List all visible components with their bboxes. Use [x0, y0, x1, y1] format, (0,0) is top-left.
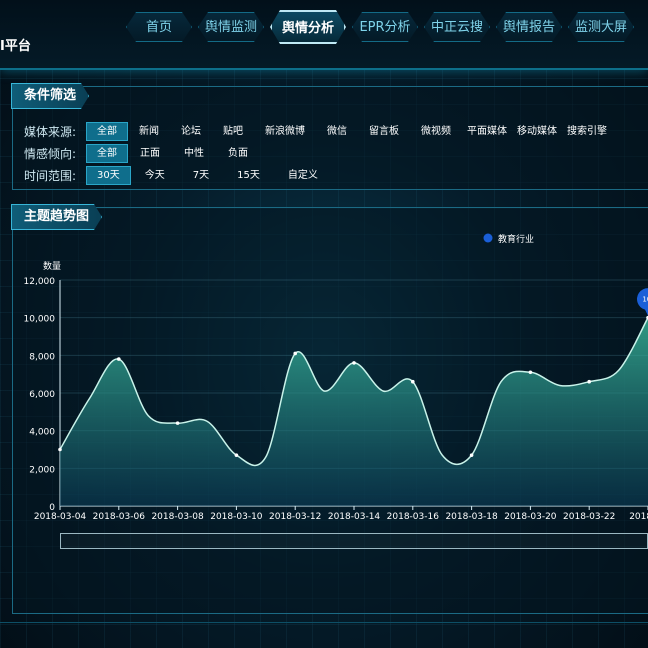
- y-tick-label: 12,000: [24, 277, 56, 287]
- tab-monitor-screen[interactable]: 监测大屏: [568, 12, 634, 42]
- data-point: [234, 453, 239, 457]
- x-tick-label: 2018-03-10: [210, 512, 263, 522]
- x-tick-label: 2018-03-16: [387, 512, 440, 522]
- filter-option[interactable]: 中性: [172, 145, 216, 162]
- tab-epr-analysis[interactable]: EPR分析: [352, 12, 418, 42]
- legend-marker: [483, 233, 493, 243]
- footer-divider: [0, 622, 648, 623]
- x-tick-label: 2018-03-14: [328, 512, 381, 522]
- filter-option[interactable]: 搜索引擎: [562, 123, 612, 140]
- filter-option[interactable]: 15天: [223, 167, 274, 184]
- series-area: [60, 317, 648, 506]
- x-tick-label: 2018-03-22: [563, 512, 615, 522]
- data-point: [352, 361, 356, 365]
- filter-label-sentiment: 情感倾向:: [24, 146, 77, 161]
- data-point: [58, 447, 62, 452]
- data-point: [587, 379, 591, 384]
- filter-option[interactable]: 30天: [86, 165, 131, 185]
- y-tick-label: 6,000: [29, 390, 55, 400]
- x-tick-label: 2018-03-18: [445, 512, 498, 522]
- filter-option[interactable]: 微视频: [410, 123, 462, 140]
- filter-option[interactable]: 新闻: [128, 123, 170, 140]
- filter-option[interactable]: 全部: [86, 121, 128, 141]
- tab-opinion-monitor[interactable]: 舆情监测: [198, 12, 264, 42]
- data-point: [117, 357, 121, 361]
- filter-option[interactable]: 移动媒体: [512, 123, 562, 140]
- filter-label-media: 媒体来源:: [24, 124, 77, 139]
- x-tick-label: 2018-03: [629, 512, 648, 522]
- filter-option[interactable]: 自定义: [274, 167, 332, 184]
- data-point: [469, 453, 474, 457]
- y-axis-label: 数量: [43, 260, 61, 272]
- chart-zoom-slider[interactable]: [60, 533, 648, 549]
- x-tick-label: 2018-03-12: [269, 512, 321, 522]
- filter-option[interactable]: 新浪微博: [254, 123, 316, 140]
- chart-panel-title: 主题趋势图: [11, 204, 102, 230]
- value-pin-label: 100: [642, 296, 648, 304]
- filter-panel-title: 条件筛选: [11, 83, 89, 109]
- filter-option[interactable]: 负面: [216, 145, 260, 162]
- y-tick-label: 8,000: [29, 352, 55, 362]
- filter-option[interactable]: 7天: [179, 167, 223, 184]
- filter-option[interactable]: 留言板: [358, 123, 410, 140]
- y-tick-label: 10,000: [24, 315, 56, 325]
- brand-logo-text: I平台: [0, 39, 31, 54]
- tab-opinion-report[interactable]: 舆情报告: [496, 12, 562, 42]
- top-header: I平台 首页 舆情监测 舆情分析 EPR分析 中正云搜 舆情报告 监测大屏: [0, 0, 648, 70]
- x-tick-label: 2018-03-08: [151, 512, 204, 522]
- data-point: [528, 370, 533, 375]
- filter-option[interactable]: 平面媒体: [462, 123, 512, 140]
- tab-opinion-analysis[interactable]: 舆情分析: [270, 10, 346, 44]
- tab-home[interactable]: 首页: [126, 12, 192, 42]
- filter-row-time: 时间范围: 30天 今天 7天 15天 自定义: [24, 165, 612, 185]
- legend-label: 教育行业: [498, 233, 534, 245]
- filter-rows: 媒体来源: 全部 新闻 论坛 贴吧 新浪微博 微信 留言板 微视频 平面媒体 移…: [24, 121, 612, 187]
- tab-cloud-search[interactable]: 中正云搜: [424, 12, 490, 42]
- filter-option[interactable]: 论坛: [170, 123, 212, 140]
- x-tick-label: 2018-03-04: [34, 512, 87, 522]
- data-point: [293, 351, 298, 356]
- y-tick-label: 2,000: [29, 465, 55, 475]
- trend-chart: 02,0004,0006,0008,00010,00012,000数量2018-…: [24, 233, 648, 522]
- filter-option[interactable]: 全部: [86, 143, 128, 163]
- filter-option[interactable]: 正面: [128, 145, 172, 162]
- filter-row-sentiment: 情感倾向: 全部 正面 中性 负面: [24, 143, 612, 163]
- filter-option[interactable]: 贴吧: [212, 123, 254, 140]
- filter-label-time: 时间范围:: [24, 168, 77, 183]
- x-tick-label: 2018-03-06: [93, 512, 146, 522]
- y-tick-label: 4,000: [29, 428, 55, 438]
- filter-option[interactable]: 微信: [316, 123, 358, 140]
- data-point: [411, 379, 415, 384]
- filter-option[interactable]: 今天: [131, 167, 179, 184]
- data-point: [175, 421, 180, 425]
- x-tick-label: 2018-03-20: [504, 512, 557, 522]
- filter-row-media: 媒体来源: 全部 新闻 论坛 贴吧 新浪微博 微信 留言板 微视频 平面媒体 移…: [24, 121, 612, 141]
- main-nav: 首页 舆情监测 舆情分析 EPR分析 中正云搜 舆情报告 监测大屏: [126, 12, 634, 46]
